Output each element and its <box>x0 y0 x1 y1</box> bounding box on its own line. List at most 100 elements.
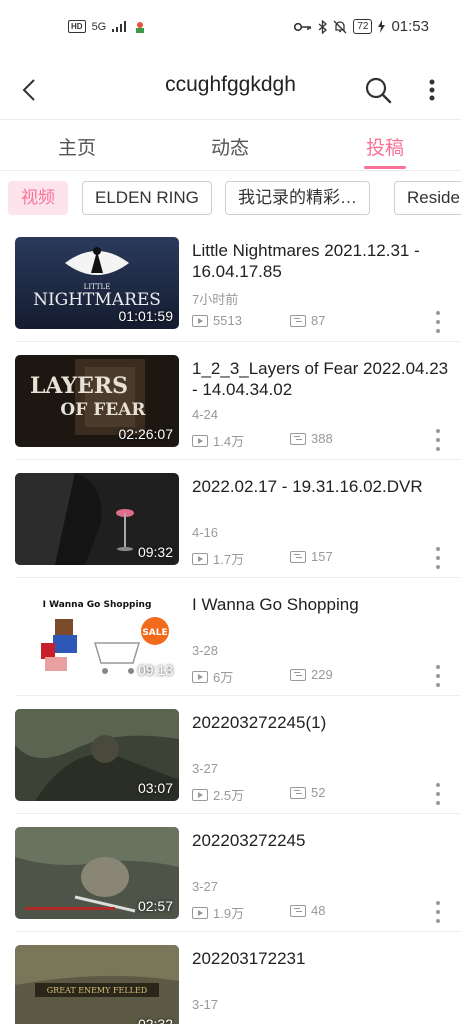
video-thumbnail[interactable]: LAYERS OF FEAR 02:26:07 <box>15 355 179 447</box>
network-label: 5G <box>91 20 107 33</box>
thumbnail-art: GREAT ENEMY FELLED <box>15 945 179 1024</box>
chip-videos[interactable]: 视频 <box>8 181 68 215</box>
tab-dynamic[interactable]: 动态 <box>190 133 270 160</box>
more-options-button[interactable] <box>420 70 444 110</box>
danmaku-count-value: 87 <box>311 313 326 328</box>
danmaku-count-value: 388 <box>311 431 333 446</box>
play-icon <box>192 314 208 327</box>
video-date: 3-28 <box>192 643 219 658</box>
bluetooth-icon <box>318 19 328 34</box>
bell-muted-icon <box>333 20 347 33</box>
play-count: 6万 <box>192 667 233 686</box>
danmaku-icon <box>290 314 306 327</box>
danmaku-icon <box>290 432 306 445</box>
play-icon <box>192 552 208 565</box>
video-date: 3-27 <box>192 761 219 776</box>
danmaku-count-value: 229 <box>311 667 333 682</box>
video-date: 4-16 <box>192 525 219 540</box>
profile-tabs: 主页 动态 投稿 <box>0 121 461 171</box>
video-item[interactable]: LAYERS OF FEAR 02:26:07 1_2_3_Layers of … <box>0 342 461 460</box>
video-title[interactable]: Little Nightmares 2021.12.31 - 16.04.17.… <box>192 240 450 282</box>
thumb-text-lof2: OF FEAR <box>60 400 146 420</box>
play-count-value: 1.9万 <box>213 906 245 921</box>
video-more-button[interactable] <box>430 308 446 336</box>
video-title[interactable]: 2022.02.17 - 19.31.16.02.DVR <box>192 476 450 497</box>
clock: 01:53 <box>391 18 429 35</box>
play-count-value: 2.5万 <box>213 788 245 803</box>
status-left: HD 5G <box>68 20 146 33</box>
play-count-value: 5513 <box>213 313 242 328</box>
video-thumbnail[interactable]: 09:32 <box>15 473 179 565</box>
danmaku-count-value: 48 <box>311 903 326 918</box>
search-icon <box>365 77 392 104</box>
danmaku-count: 87 <box>290 313 325 328</box>
tab-home[interactable]: 主页 <box>37 133 117 160</box>
video-more-button[interactable] <box>430 780 446 808</box>
video-thumbnail[interactable]: 03:07 <box>15 709 179 801</box>
hd-badge: HD <box>68 20 86 33</box>
video-more-button[interactable] <box>430 426 446 454</box>
video-item[interactable]: 03:07 202203272245(1) 3-27 2.5万 52 <box>0 696 461 814</box>
play-count: 1.9万 <box>192 903 244 922</box>
play-icon <box>192 906 208 919</box>
charging-icon <box>378 20 386 33</box>
tab-submissions[interactable]: 投稿 <box>345 133 425 160</box>
video-item[interactable]: 09:32 2022.02.17 - 19.31.16.02.DVR 4-16 … <box>0 460 461 578</box>
video-more-button[interactable] <box>430 898 446 926</box>
video-date: 3-27 <box>192 879 219 894</box>
video-duration: 01:01:59 <box>118 308 174 324</box>
play-icon <box>192 788 208 801</box>
battery-level: 72 <box>353 19 373 34</box>
danmaku-icon <box>290 904 306 917</box>
danmaku-count-value: 157 <box>311 549 333 564</box>
video-thumbnail[interactable]: 02:57 <box>15 827 179 919</box>
video-duration: 02:32 <box>137 1016 173 1024</box>
play-count-value: 1.4万 <box>213 434 245 449</box>
danmaku-count: 229 <box>290 667 333 682</box>
video-item[interactable]: 02:57 202203272245 3-27 1.9万 48 <box>0 814 461 932</box>
play-count-value: 1.7万 <box>213 552 245 567</box>
play-icon <box>192 670 208 683</box>
more-vertical-icon <box>429 79 435 101</box>
play-count: 2.5万 <box>192 785 244 804</box>
video-title[interactable]: 202203172231 <box>192 948 450 969</box>
video-more-button[interactable] <box>430 544 446 572</box>
danmaku-icon <box>290 550 306 563</box>
thumb-text-elden: GREAT ENEMY FELLED <box>47 986 147 995</box>
search-button[interactable] <box>362 70 394 110</box>
key-icon <box>294 22 312 31</box>
play-count: 1.4万 <box>192 431 244 450</box>
video-title[interactable]: 202203272245 <box>192 830 450 851</box>
chip-resident[interactable]: Reside <box>394 181 461 215</box>
status-bar: HD 5G 72 01:53 <box>0 0 461 60</box>
video-duration: 09:32 <box>137 544 173 560</box>
video-thumbnail[interactable]: I Wanna Go Shopping SALE 09:13 <box>15 591 179 683</box>
video-title[interactable]: 1_2_3_Layers of Fear 2022.04.23 - 14.04.… <box>192 358 450 400</box>
video-item[interactable]: GREAT ENEMY FELLED 02:32 202203172231 3-… <box>0 932 461 1024</box>
play-count-value: 6万 <box>213 670 234 685</box>
signal-icon <box>112 21 127 32</box>
play-count: 5513 <box>192 313 242 328</box>
thumb-text-ln2: NIGHTMARES <box>33 290 161 310</box>
filter-chips: 视频 ELDEN RING 我记录的精彩… Reside <box>0 172 461 224</box>
video-date: 3-17 <box>192 997 219 1012</box>
video-item[interactable]: I Wanna Go Shopping SALE 09:13 I Wanna G… <box>0 578 461 696</box>
video-duration: 02:57 <box>137 898 173 914</box>
chip-elden-ring[interactable]: ELDEN RING <box>82 181 212 215</box>
video-item[interactable]: LITTLE NIGHTMARES 01:01:59 Little Nightm… <box>0 224 461 342</box>
notification-app-icon <box>136 21 145 33</box>
video-duration: 03:07 <box>137 780 173 796</box>
video-thumbnail[interactable]: GREAT ENEMY FELLED 02:32 <box>15 945 179 1024</box>
video-title[interactable]: 202203272245(1) <box>192 712 450 733</box>
danmaku-count: 48 <box>290 903 325 918</box>
video-more-button[interactable] <box>430 662 446 690</box>
chip-my-highlights[interactable]: 我记录的精彩… <box>225 181 370 215</box>
app-bar: ccughfggkdgh <box>0 60 461 120</box>
video-thumbnail[interactable]: LITTLE NIGHTMARES 01:01:59 <box>15 237 179 329</box>
video-title[interactable]: I Wanna Go Shopping <box>192 594 450 615</box>
play-icon <box>192 434 208 447</box>
danmaku-count-value: 52 <box>311 785 326 800</box>
status-right: 72 01:53 <box>294 18 429 35</box>
danmaku-icon <box>290 668 306 681</box>
video-date: 4-24 <box>192 407 219 422</box>
